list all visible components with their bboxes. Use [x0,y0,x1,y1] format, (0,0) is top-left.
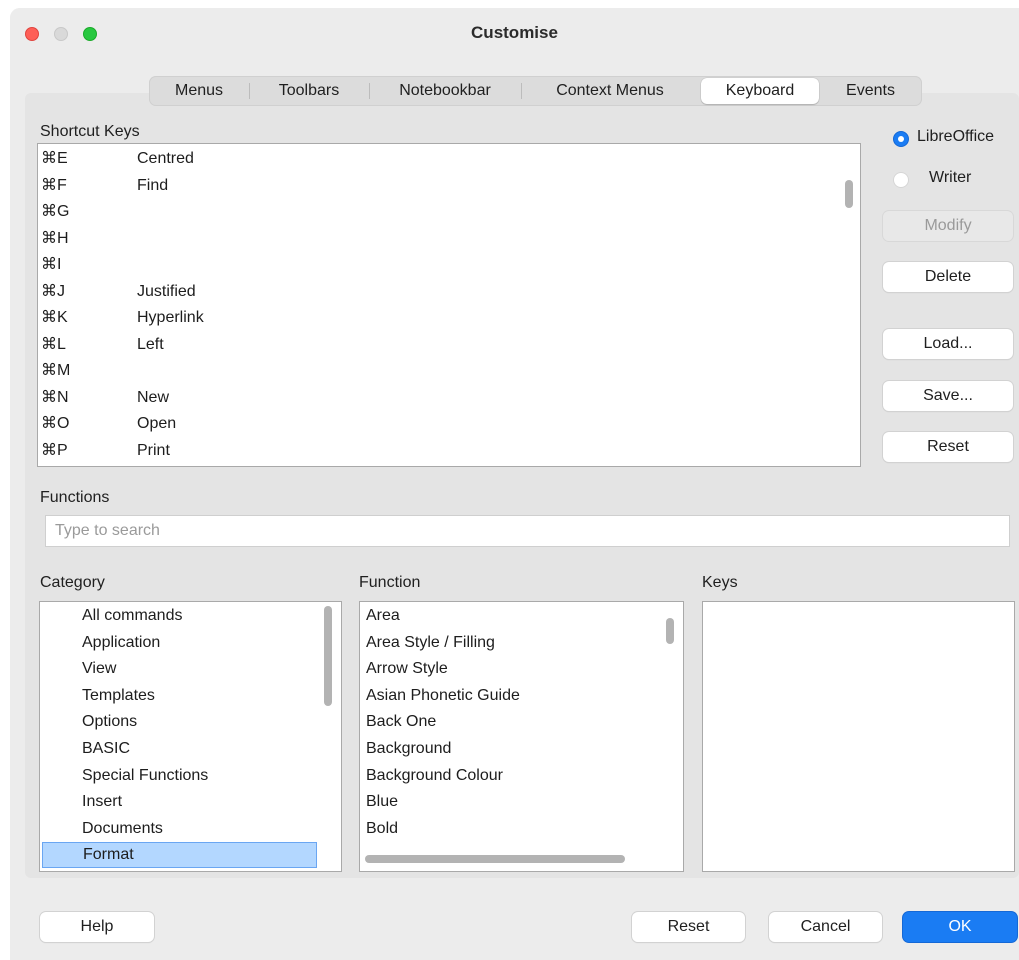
shortcut-keys-label: Shortcut Keys [40,123,140,140]
shortcut-key: ⌘K [41,309,68,326]
keys-label: Keys [702,574,738,591]
keyboard-panel: Shortcut Keys ⌘E Centred ⌘F Find ⌘G ⌘H ⌘I ⌘J Jus… [25,93,1019,878]
tab-toolbars[interactable]: Toolbars [249,76,369,106]
category-item[interactable]: BASIC [82,736,130,762]
window-title: Customise [471,23,558,42]
category-item[interactable]: All commands [82,603,182,629]
category-item[interactable]: Application [82,630,160,656]
tab-bar: Menus Toolbars Notebookbar Context Menus… [149,76,922,106]
category-item[interactable]: Insert [82,789,122,815]
shortcut-function: Open [137,415,177,432]
shortcut-row[interactable]: ⌘E Centred [41,146,831,172]
writer-radio[interactable] [893,172,909,188]
save-button[interactable]: Save... [883,381,1013,411]
tab-menus[interactable]: Menus [149,76,249,106]
shortcut-row[interactable]: ⌘O Open [41,411,831,437]
shortcut-function: New [137,388,170,406]
category-scrollbar[interactable] [324,606,332,706]
shortcut-function: Centred [137,150,194,167]
function-vscrollbar[interactable] [666,618,674,644]
side-reset-button[interactable]: Reset [883,432,1013,462]
shortcut-key: ⌘O [41,415,70,432]
writer-radio-label: Writer [929,169,972,186]
function-item[interactable]: Area Style / Filling [366,630,495,656]
shortcut-key: ⌘P [41,441,68,459]
modify-button[interactable]: Modify [883,211,1013,241]
category-item[interactable]: View [82,656,116,682]
libreoffice-radio-label: LibreOffice [917,128,995,145]
function-item[interactable]: Background Colour [366,763,503,789]
shortcut-key: ⌘J [41,282,65,300]
category-item[interactable]: Format [42,842,317,869]
category-label: Category [40,574,105,591]
help-button[interactable]: Help [40,912,154,942]
function-item[interactable]: Asian Phonetic Guide [366,683,520,709]
functions-label: Functions [40,489,110,506]
shortcut-row[interactable]: ⌘J Justified [41,279,831,305]
delete-button[interactable]: Delete [883,262,1013,292]
ok-button[interactable]: OK [903,912,1017,942]
tab-events[interactable]: Events [819,76,922,106]
shortcut-function: Find [137,176,169,194]
function-label: Function [359,574,421,591]
shortcut-key: ⌘N [41,388,69,406]
function-item[interactable]: Blue [366,789,398,815]
keys-list[interactable] [702,601,1015,872]
function-item[interactable]: Arrow Style [366,656,448,682]
shortcut-row[interactable]: ⌘M [41,358,831,384]
shortcut-function: Hyperlink [137,309,204,326]
shortcut-key: ⌘L [41,335,66,353]
shortcut-row[interactable]: ⌘P Print [41,438,831,464]
category-item[interactable]: Options [82,709,137,735]
reset-button[interactable]: Reset [632,912,745,942]
category-item[interactable]: Templates [82,683,155,709]
title-bar: Customise [10,8,1019,58]
shortcut-row[interactable]: ⌘H [41,226,831,252]
shortcut-key: ⌘F [41,176,67,194]
cancel-button[interactable]: Cancel [769,912,882,942]
shortcut-keys-scrollbar[interactable] [845,180,853,208]
shortcut-key: ⌘M [41,362,71,379]
customise-dialog: Customise Shortcut Keys ⌘E Centred ⌘F Find ⌘… [10,8,1019,960]
shortcut-row[interactable]: ⌘I [41,252,831,278]
shortcut-row[interactable]: ⌘K Hyperlink [41,305,831,331]
function-item[interactable]: Back One [366,709,436,735]
function-list[interactable]: Area Area Style / Filling Arrow Style Asian… [359,601,684,872]
tab-notebookbar[interactable]: Notebookbar [369,76,521,106]
category-item[interactable]: Special Functions [82,763,208,789]
shortcut-function: Left [137,335,164,353]
shortcut-key: ⌘E [41,150,68,167]
shortcut-row[interactable]: ⌘G [41,199,831,225]
tab-keyboard[interactable]: Keyboard [701,78,819,104]
shortcut-row[interactable]: ⌘F Find [41,173,831,199]
tab-context-menus[interactable]: Context Menus [521,76,699,106]
shortcut-row[interactable]: ⌘L Left [41,332,831,358]
function-search-input[interactable] [45,515,1010,547]
function-item[interactable]: Background [366,736,451,762]
category-list[interactable]: All commands Application View Templates Opti… [39,601,342,872]
shortcut-row[interactable]: ⌘N New [41,385,831,411]
load-button[interactable]: Load... [883,329,1013,359]
function-item[interactable]: Area [366,603,400,629]
function-item[interactable]: Bold [366,816,398,842]
shortcut-function: Justified [137,282,196,300]
shortcut-key: ⌘G [41,203,70,220]
shortcut-function: Print [137,441,170,459]
libreoffice-radio[interactable] [893,131,909,147]
shortcut-key: ⌘H [41,229,69,247]
function-hscrollbar[interactable] [365,855,625,863]
shortcut-keys-list[interactable]: ⌘E Centred ⌘F Find ⌘G ⌘H ⌘I ⌘J Justified ⌘K Hyperl… [37,143,861,467]
category-item[interactable]: Documents [82,816,163,842]
shortcut-key: ⌘I [41,256,62,273]
